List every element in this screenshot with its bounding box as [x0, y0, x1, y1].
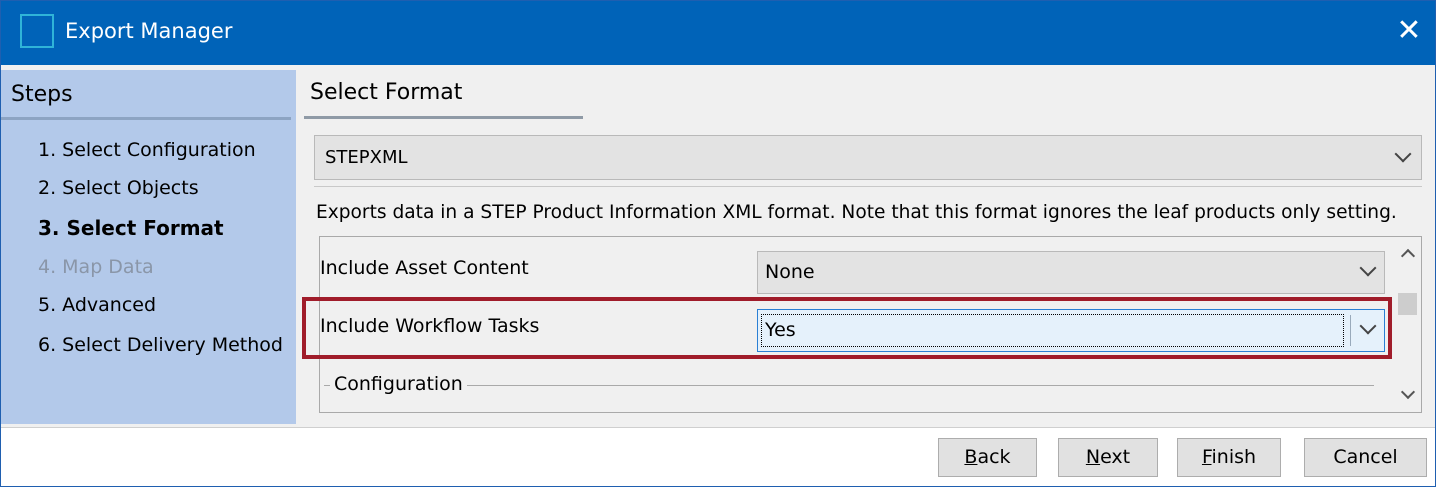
scroll-up-icon[interactable] [1400, 248, 1416, 264]
finish-label: inish [1211, 446, 1257, 468]
format-description: Exports data in a STEP Product Informati… [316, 202, 1397, 223]
steps-header: Steps [11, 82, 73, 107]
step-select-objects: 2. Select Objects [38, 177, 199, 199]
include-asset-content-label: Include Asset Content [320, 257, 529, 279]
configuration-group-label: Configuration [330, 373, 467, 395]
next-button[interactable]: Next [1058, 438, 1158, 477]
export-manager-window: Export Manager ✕ Steps 1. Select Configu… [0, 0, 1436, 487]
step-select-delivery-method: 6. Select Delivery Method [38, 334, 283, 356]
window-title: Export Manager [65, 19, 233, 43]
steps-panel: Steps 1. Select Configuration 2. Select … [1, 70, 296, 424]
step-advanced: 5. Advanced [38, 294, 157, 316]
page-title: Select Format [310, 80, 463, 105]
chevron-down-icon [1359, 259, 1377, 277]
format-dropdown[interactable]: STEPXML [314, 135, 1422, 180]
title-bar: Export Manager ✕ [1, 1, 1435, 65]
chevron-down-icon [1394, 145, 1412, 163]
scroll-down-icon[interactable] [1400, 384, 1416, 400]
page-title-underline [304, 116, 583, 119]
next-mnemonic: N [1085, 446, 1101, 468]
steps-header-underline [1, 117, 291, 120]
step-select-format: 3. Select Format [38, 216, 224, 240]
vertical-scrollbar[interactable] [1394, 237, 1421, 412]
divider [314, 186, 1422, 187]
configuration-group-line [324, 385, 1374, 386]
scroll-thumb[interactable] [1398, 293, 1417, 315]
back-mnemonic: B [964, 446, 978, 468]
cancel-button[interactable]: Cancel [1304, 438, 1427, 477]
app-icon [20, 14, 54, 48]
next-label: ext [1100, 446, 1131, 468]
include-asset-content-dropdown[interactable]: None [757, 251, 1385, 294]
include-asset-content-value: None [765, 261, 815, 283]
finish-mnemonic: F [1201, 446, 1212, 468]
back-button[interactable]: Back [938, 438, 1037, 477]
step-map-data: 4. Map Data [38, 256, 154, 278]
step-select-configuration: 1. Select Configuration [38, 139, 256, 161]
back-label: ack [977, 446, 1011, 468]
format-dropdown-value: STEPXML [325, 147, 408, 168]
highlight-annotation [302, 297, 1392, 359]
finish-button[interactable]: Finish [1177, 438, 1281, 477]
button-bar: Back Next Finish Cancel [1, 427, 1435, 486]
close-button[interactable]: ✕ [1389, 11, 1429, 51]
